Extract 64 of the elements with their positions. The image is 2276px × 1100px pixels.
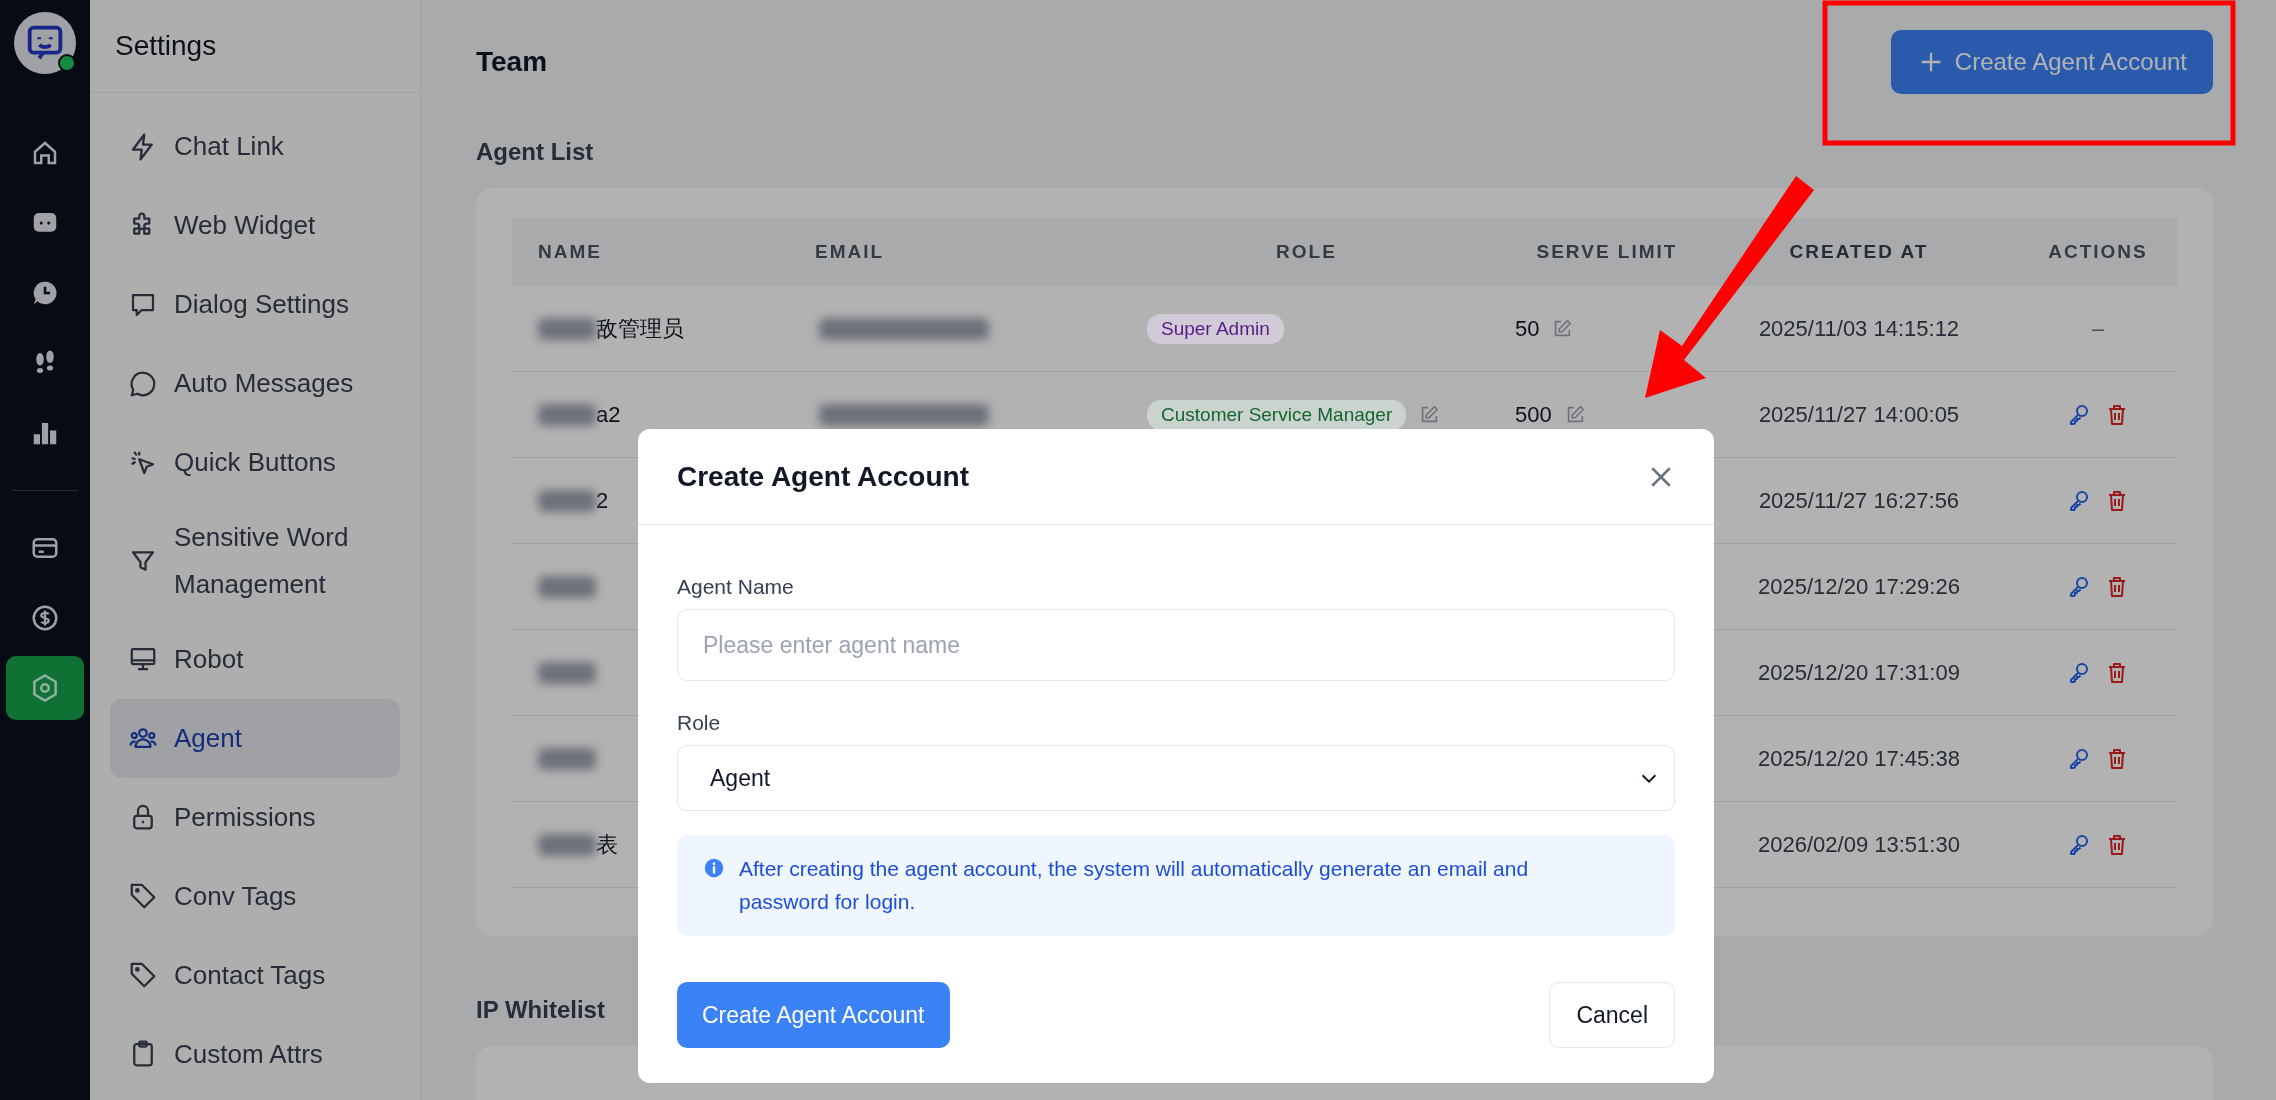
cancel-button[interactable]: Cancel — [1549, 982, 1675, 1049]
key-icon[interactable] — [2067, 746, 2091, 771]
blurred-name — [538, 747, 596, 770]
column-header: CREATED AT — [1788, 241, 1930, 263]
sidebar-item[interactable]: Dialog Settings — [110, 265, 400, 344]
agent-name-input[interactable]: Please enter agent name — [677, 609, 1675, 681]
agent-name: 敌管理员 — [596, 314, 684, 343]
dollar-icon — [30, 603, 60, 633]
created-at: 2026/02/09 13:51:30 — [1758, 831, 1960, 858]
created-at: 2025/12/20 17:29:26 — [1758, 573, 1960, 600]
create-agent-button[interactable]: Create Agent Account — [1890, 30, 2213, 94]
key-icon[interactable] — [2067, 832, 2091, 857]
column-header: EMAIL — [814, 241, 886, 263]
role-badge: Super Admin — [1147, 313, 1284, 344]
rail-button[interactable] — [6, 656, 84, 720]
blurred-name — [538, 317, 596, 340]
key-icon[interactable] — [2067, 488, 2091, 513]
sidebar-item[interactable]: Contact Tags — [110, 935, 400, 1015]
created-at: 2025/12/20 17:31:09 — [1758, 659, 1960, 686]
key-icon[interactable] — [2067, 660, 2091, 685]
key-icon[interactable] — [2067, 402, 2091, 427]
field-label: Agent Name — [677, 575, 795, 599]
sidebar-item[interactable]: Sensitive Word Management — [110, 502, 400, 620]
sidebar-item[interactable]: Quick Buttons — [110, 423, 400, 502]
role-badge: Customer Service Manager — [1147, 399, 1407, 430]
field-label: Role — [677, 711, 722, 735]
blurred-name — [538, 575, 596, 598]
create-account-button[interactable]: Create Agent Account — [677, 982, 950, 1049]
agent-name: 表 — [596, 830, 618, 859]
sidebar-title: Settings — [115, 30, 217, 62]
sidebar-item[interactable]: Auto Messages — [110, 344, 400, 423]
role-select[interactable]: Agent — [677, 745, 1675, 811]
no-actions: – — [2091, 315, 2105, 342]
info-text: After creating the agent account, the system will automatically generate an email and password for login. — [739, 856, 1530, 915]
blurred-name — [538, 833, 596, 856]
key-icon[interactable] — [2067, 574, 2091, 599]
sidebar-item[interactable]: Robot — [110, 619, 400, 699]
sidebar-item[interactable]: Agent — [110, 698, 400, 778]
sidebar-item[interactable]: Conv Tags — [110, 856, 400, 936]
sidebar-item[interactable]: Chat Link — [110, 107, 400, 186]
column-header: NAME — [537, 241, 603, 263]
info-icon — [703, 857, 725, 879]
sidebar-item[interactable]: Permissions — [110, 777, 400, 857]
sidebar-item[interactable]: Web Widget — [110, 186, 400, 265]
agent-name: a2 — [596, 401, 621, 428]
created-at: 2025/11/27 14:00:05 — [1758, 401, 1960, 428]
serve-limit: 50 — [1515, 315, 1540, 342]
sidebar-item[interactable]: Custom Attrs — [110, 1014, 400, 1094]
serve-limit: 500 — [1515, 401, 1552, 428]
settings-icon — [30, 673, 60, 703]
dialog-title: Create Agent Account — [677, 460, 969, 493]
section-title: IP Whitelist — [476, 996, 605, 1024]
column-header: ACTIONS — [2047, 241, 2149, 263]
column-header: ROLE — [1275, 241, 1338, 263]
page-title: Team — [476, 46, 548, 78]
blurred-name — [538, 489, 596, 512]
blurred-name — [538, 403, 596, 426]
column-header: SERVE LIMIT — [1535, 241, 1679, 263]
created-at: 2025/11/27 16:27:56 — [1758, 487, 1960, 514]
blurred-name — [538, 661, 596, 684]
created-at: 2025/11/03 14:15:12 — [1758, 315, 1960, 342]
created-at: 2025/12/20 17:45:38 — [1758, 745, 1960, 772]
section-title: Agent List — [476, 138, 595, 166]
agent-name: 2 — [596, 487, 609, 514]
